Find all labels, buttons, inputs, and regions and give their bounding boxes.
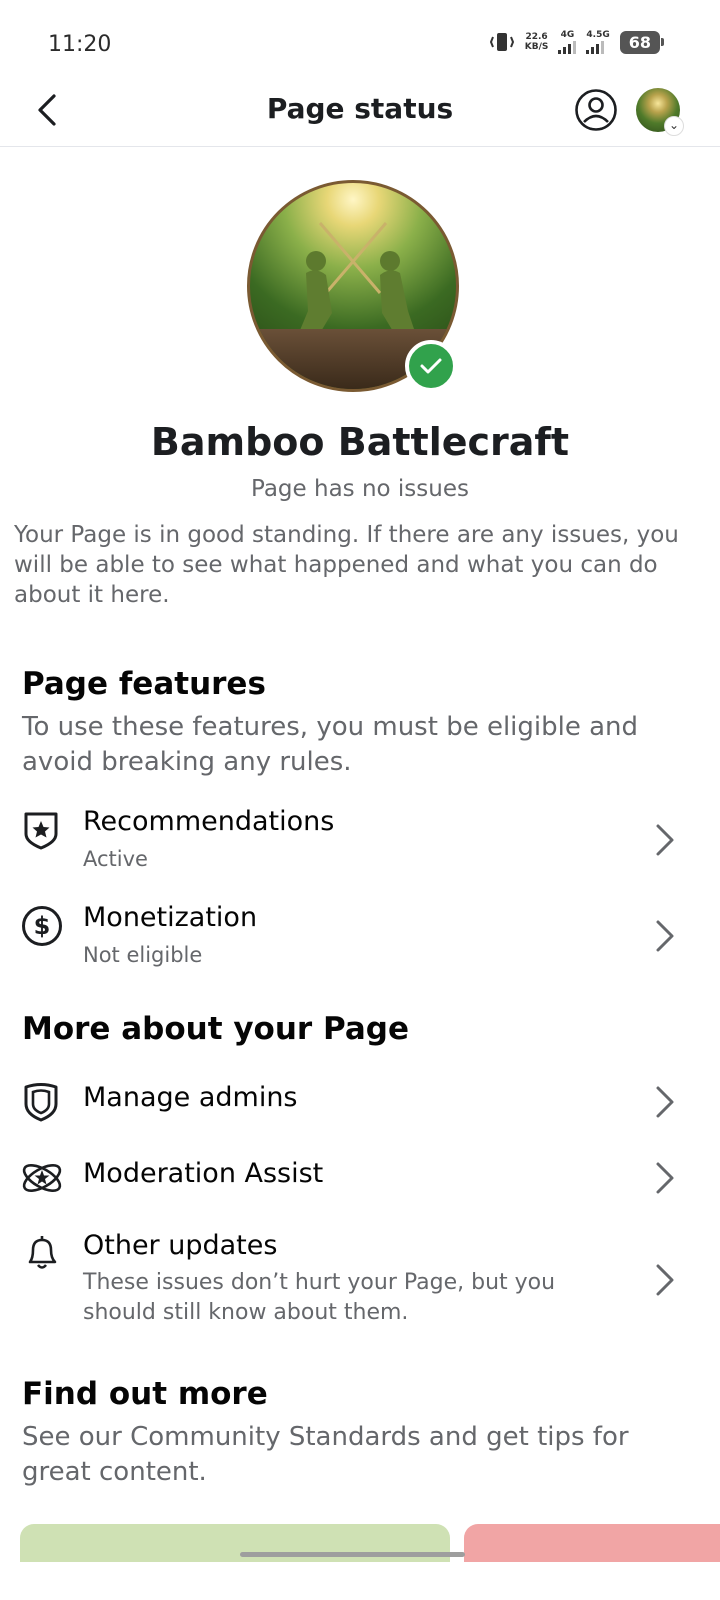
page-status-description: Your Page is in good standing. If there …	[14, 522, 679, 608]
bottom-safe-area	[0, 1562, 720, 1600]
more-label: Manage admins	[83, 1082, 298, 1113]
section-title-page-features: Page features	[22, 666, 266, 702]
section-desc-page-features: To use these features, you must be eligi…	[22, 712, 639, 777]
chevron-right-icon	[656, 1162, 674, 1194]
account-switcher-avatar[interactable]: ⌄	[636, 88, 684, 136]
resource-card[interactable]	[20, 1524, 450, 1564]
profile-icon[interactable]	[574, 88, 618, 132]
home-indicator[interactable]	[240, 1552, 465, 1557]
signal-1: 4G	[558, 30, 577, 54]
battery-indicator: 68	[619, 30, 665, 54]
chevron-right-icon	[656, 824, 674, 856]
feature-row-monetization[interactable]: $ Monetization Not eligible	[0, 896, 720, 986]
signal-bars-icon	[558, 40, 577, 54]
dollar-circle-icon: $	[22, 906, 62, 946]
chevron-right-icon	[656, 920, 674, 952]
signal-2: 4.5G	[586, 30, 610, 54]
check-icon	[420, 358, 442, 374]
chevron-right-icon	[656, 1264, 674, 1296]
more-sublabel: These issues don’t hurt your Page, but y…	[83, 1270, 556, 1325]
resource-card[interactable]	[464, 1524, 720, 1564]
atom-star-icon	[22, 1164, 62, 1192]
section-title-more-about: More about your Page	[22, 1011, 410, 1047]
clock: 11:20	[48, 32, 112, 57]
feature-status: Not eligible	[83, 943, 203, 967]
more-row-moderation-assist[interactable]: Moderation Assist	[0, 1152, 720, 1208]
top-nav-bar: Page status ⌄	[0, 80, 720, 147]
bell-icon	[28, 1236, 57, 1269]
network-speed: 22.6 KB/S	[524, 32, 549, 52]
feature-row-recommendations[interactable]: Recommendations Active	[0, 800, 720, 890]
more-label: Moderation Assist	[83, 1158, 324, 1189]
verified-check-badge	[405, 340, 457, 392]
page-status-summary: Page has no issues	[251, 476, 469, 502]
feature-status: Active	[83, 847, 148, 871]
section-desc-find-out-more: See our Community Standards and get tips…	[22, 1422, 629, 1487]
chevron-down-icon: ⌄	[664, 116, 684, 136]
shield-star-icon	[24, 812, 58, 850]
feature-label: Monetization	[83, 902, 258, 933]
svg-text:$: $	[34, 912, 51, 940]
vibrate-icon	[489, 33, 514, 51]
feature-label: Recommendations	[83, 806, 335, 837]
resource-cards-carousel	[20, 1524, 720, 1564]
more-label: Other updates	[83, 1230, 278, 1261]
shield-icon	[24, 1083, 58, 1122]
status-bar: 11:20 22.6 KB/S 4G 4.5G 68	[0, 0, 720, 90]
page-name: Bamboo Battlecraft	[150, 420, 570, 464]
section-title-find-out-more: Find out more	[22, 1376, 268, 1412]
status-icons: 22.6 KB/S 4G 4.5G 68	[489, 30, 665, 54]
more-row-other-updates[interactable]: Other updates These issues don’t hurt yo…	[0, 1226, 720, 1336]
signal-bars-icon	[586, 40, 609, 54]
more-row-manage-admins[interactable]: Manage admins	[0, 1076, 720, 1132]
chevron-right-icon	[656, 1086, 674, 1118]
